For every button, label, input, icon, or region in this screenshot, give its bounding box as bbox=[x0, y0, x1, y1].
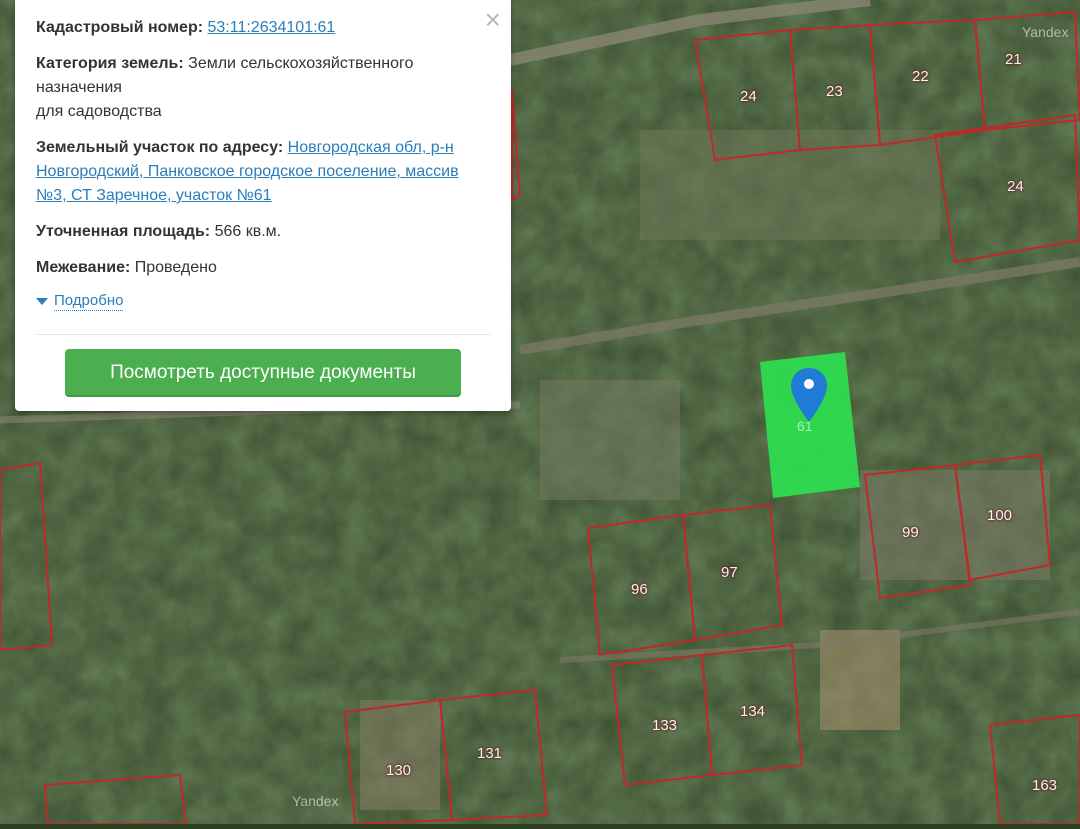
address-label: Земельный участок по адресу: bbox=[36, 139, 284, 156]
plot-number-label: 96 bbox=[631, 581, 648, 598]
survey-value: Проведено bbox=[134, 259, 217, 276]
plot-number-label: 97 bbox=[721, 564, 738, 581]
address-row: Земельный участок по адресу: Новгородска… bbox=[36, 136, 491, 208]
cadastral-number-link[interactable]: 53:11:2634101:61 bbox=[208, 19, 336, 36]
yandex-watermark: Yandex bbox=[292, 793, 339, 809]
cadastral-number-row: Кадастровый номер: 53:11:2634101:61 bbox=[36, 16, 491, 40]
plot-number-label: 133 bbox=[652, 717, 678, 734]
land-category-label: Категория земель: bbox=[36, 55, 184, 72]
survey-row: Межевание: Проведено bbox=[36, 256, 491, 280]
plot-number-label: 22 bbox=[912, 68, 929, 85]
plot-number-label: 24 bbox=[1007, 178, 1024, 195]
close-icon[interactable]: × bbox=[485, 6, 501, 34]
plot-number-label: 23 bbox=[826, 83, 843, 100]
parcel-info-popup: × Кадастровый номер: 53:11:2634101:61 Ка… bbox=[15, 0, 511, 411]
area-value: 566 кв.м. bbox=[214, 223, 282, 240]
view-documents-button[interactable]: Посмотреть доступные документы bbox=[65, 349, 461, 397]
plot-number-label: 134 bbox=[740, 703, 766, 720]
triangle-down-icon bbox=[36, 298, 48, 305]
plot-number-label: 163 bbox=[1032, 777, 1058, 794]
plot-number-label: 99 bbox=[902, 524, 919, 541]
divider bbox=[36, 334, 490, 335]
cadastral-number-label: Кадастровый номер: bbox=[36, 19, 204, 36]
area-label: Уточненная площадь: bbox=[36, 223, 211, 240]
plot-number-label: 100 bbox=[987, 507, 1013, 524]
land-use-value: для садоводства bbox=[36, 103, 162, 120]
area-row: Уточненная площадь: 566 кв.м. bbox=[36, 220, 491, 244]
plot-number-label: 21 bbox=[1005, 51, 1022, 68]
plot-number-label: 130 bbox=[386, 762, 412, 779]
map-pin-icon[interactable] bbox=[790, 367, 828, 423]
plot-number-label: 131 bbox=[477, 745, 503, 762]
yandex-watermark: Yandex bbox=[1022, 24, 1069, 40]
details-toggle[interactable]: Подробно bbox=[36, 292, 491, 311]
selected-plot-label: 61 bbox=[797, 418, 813, 434]
survey-label: Межевание: bbox=[36, 259, 131, 276]
plot-number-label: 24 bbox=[740, 88, 757, 105]
land-category-row: Категория земель: Земли сельскохозяйстве… bbox=[36, 52, 491, 124]
details-link[interactable]: Подробно bbox=[54, 292, 124, 311]
